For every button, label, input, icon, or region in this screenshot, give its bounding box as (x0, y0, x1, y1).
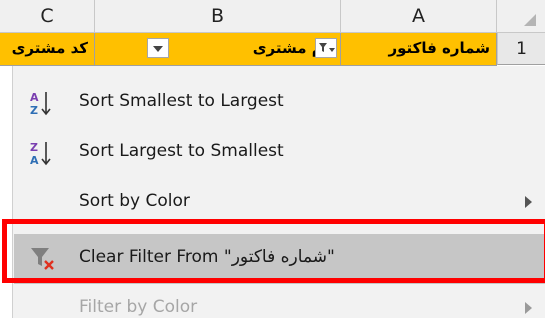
svg-text:Z: Z (30, 141, 38, 154)
submenu-arrow-icon (525, 302, 532, 314)
select-all-corner[interactable] (497, 0, 545, 33)
cell-c1-text: کد مشتری (11, 39, 88, 57)
submenu-arrow-icon (525, 196, 532, 208)
filter-dropdown-icon[interactable] (147, 38, 169, 58)
menu-item-label: Sort by Color (79, 191, 190, 211)
header-row: کد مشتری نام مشتری شماره فاکتور (0, 33, 497, 66)
cell-a1-text: شماره فاکتور (388, 39, 491, 57)
column-header-b[interactable]: B (95, 0, 341, 33)
sort-ascending-icon: A Z (30, 91, 51, 117)
svg-text:A: A (30, 154, 39, 167)
menu-item-label: Filter by Color (79, 297, 198, 317)
menu-item-label: Sort Smallest to Largest (79, 91, 284, 111)
svg-text:A: A (30, 91, 39, 104)
svg-text:Z: Z (30, 104, 38, 117)
column-header-c[interactable]: C (0, 0, 95, 33)
menu-item-label: Sort Largest to Smallest (79, 141, 284, 161)
filter-menu: A Z Sort Smallest to Largest Z A Sort La… (0, 66, 545, 318)
cell-b1[interactable]: نام مشتری (95, 33, 341, 65)
row-header-1[interactable]: 1 (497, 33, 545, 65)
column-header-a[interactable]: A (341, 0, 497, 33)
active-filter-icon[interactable] (315, 38, 337, 58)
cell-a1[interactable]: شماره فاکتور (315, 33, 497, 65)
menu-item-sort-descending[interactable]: Z A Sort Largest to Smallest (14, 128, 545, 178)
highlight-box (2, 219, 545, 283)
sort-descending-icon: Z A (30, 141, 51, 167)
cell-c1[interactable]: کد مشتری (0, 33, 95, 65)
menu-item-sort-ascending[interactable]: A Z Sort Smallest to Largest (14, 78, 545, 128)
menu-item-filter-by-color: Filter by Color (14, 284, 545, 334)
